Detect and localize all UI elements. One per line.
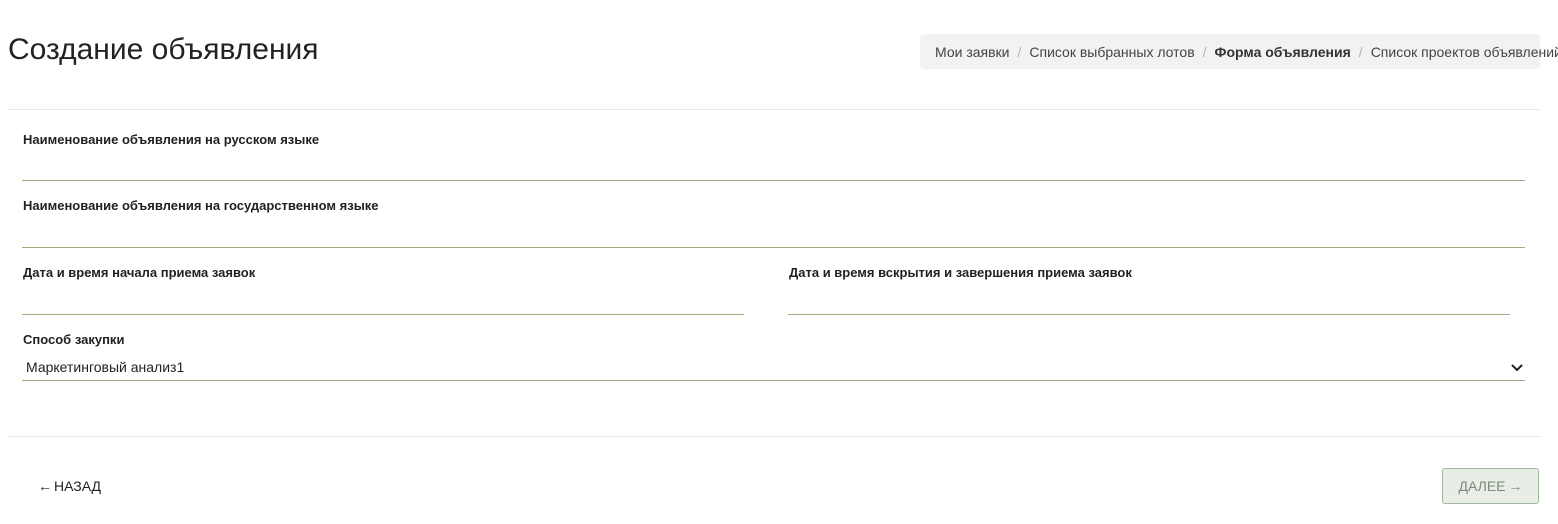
arrow-right-icon: →	[1508, 478, 1523, 494]
page-title: Создание объявления	[8, 33, 319, 66]
end-datetime-input[interactable]	[788, 289, 1510, 315]
name-state-input[interactable]	[22, 222, 1525, 248]
breadcrumb-announcement-form: Форма объявления	[1214, 43, 1351, 60]
bottom-divider	[8, 436, 1540, 437]
breadcrumb-selected-lots[interactable]: Список выбранных лотов	[1029, 44, 1194, 60]
end-datetime-label: Дата и время вскрытия и завершения прием…	[789, 265, 1132, 280]
next-button[interactable]: ДАЛЕЕ →	[1442, 468, 1539, 504]
page: Создание объявления Мои заявки / Список …	[0, 0, 1558, 524]
breadcrumb-separator: /	[1017, 43, 1022, 60]
breadcrumb-draft-list[interactable]: Список проектов объявлений	[1371, 44, 1558, 60]
procurement-method-value: Маркетинговый анализ1	[26, 359, 185, 375]
breadcrumb: Мои заявки / Список выбранных лотов / Фо…	[920, 34, 1558, 69]
top-divider	[8, 109, 1540, 110]
name-ru-input[interactable]	[22, 155, 1525, 181]
name-state-label: Наименование объявления на государственн…	[23, 198, 379, 213]
breadcrumb-separator: /	[1202, 43, 1207, 60]
back-button[interactable]: ← НАЗАД	[30, 472, 109, 500]
start-datetime-input[interactable]	[22, 289, 744, 315]
arrow-left-icon: ←	[38, 478, 52, 494]
breadcrumb-separator: /	[1358, 43, 1363, 60]
back-button-label: НАЗАД	[54, 478, 102, 494]
next-button-label: ДАЛЕЕ	[1458, 478, 1506, 494]
procurement-method-select[interactable]: Маркетинговый анализ1	[22, 355, 1525, 381]
procurement-method-label: Способ закупки	[23, 332, 125, 347]
start-datetime-label: Дата и время начала приема заявок	[23, 265, 256, 280]
chevron-down-icon	[1511, 364, 1523, 371]
name-ru-label: Наименование объявления на русском языке	[23, 132, 320, 147]
breadcrumb-my-requests[interactable]: Мои заявки	[935, 44, 1009, 60]
